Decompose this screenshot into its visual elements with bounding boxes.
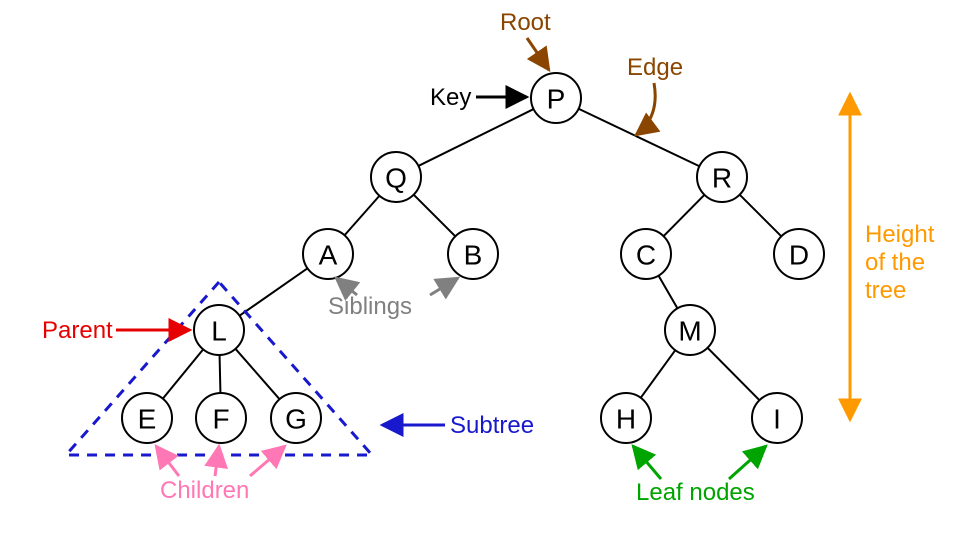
label-parent: Parent [42,317,113,344]
node-label-H: H [616,404,636,435]
node-label-I: I [773,404,781,435]
node-I: I [752,393,802,443]
edge-L-F [220,355,221,393]
label-height-3: tree [865,277,906,304]
node-label-E: E [138,404,157,435]
node-R: R [697,152,747,202]
label-subtree: Subtree [450,412,534,439]
edge-R-D [740,195,782,237]
node-label-B: B [464,240,483,271]
arrow-sibling-b [430,278,458,295]
edge-C-M [659,276,678,309]
edge-L-G [235,349,279,399]
node-P: P [531,73,581,123]
edge-M-H [641,350,676,398]
node-B: B [448,229,498,279]
node-E: E [122,393,172,443]
edge-P-Q [418,109,533,166]
node-M: M [665,305,715,355]
node-label-C: C [636,240,656,271]
node-F: F [196,393,246,443]
edge-M-I [708,348,760,400]
label-edge: Edge [627,54,683,81]
arrow-child-f [215,446,219,476]
label-children: Children [160,477,249,504]
tree-nodes: P Q R A B C D L M E F G H I [122,73,824,443]
label-height-2: of the [865,249,925,276]
node-label-R: R [712,163,732,194]
label-siblings: Siblings [328,293,412,320]
node-label-D: D [789,240,809,271]
node-L: L [194,305,244,355]
edge-L-E [163,349,203,398]
label-key: Key [430,84,471,111]
node-label-F: F [212,404,229,435]
arrow-edge [636,83,655,135]
edge-Q-A [345,196,380,236]
edge-Q-B [414,195,456,237]
edge-R-C [664,195,705,236]
node-Q: Q [371,152,421,202]
node-label-M: M [678,316,701,347]
node-label-A: A [319,240,338,271]
arrow-child-e [156,446,179,476]
node-label-G: G [285,404,307,435]
node-label-P: P [547,84,566,115]
arrow-leaf-i [729,446,766,479]
node-A: A [303,229,353,279]
arrow-child-g [250,446,285,476]
edge-A-L [240,268,308,315]
node-label-Q: Q [385,163,407,194]
label-root: Root [500,9,551,36]
edge-P-R [579,109,700,167]
arrow-root [527,38,549,70]
node-H: H [601,393,651,443]
node-D: D [774,229,824,279]
node-G: G [271,393,321,443]
node-label-L: L [211,316,227,347]
arrow-leaf-h [633,446,661,479]
node-C: C [621,229,671,279]
label-leaves: Leaf nodes [636,479,755,506]
label-height-1: Height [865,221,935,248]
